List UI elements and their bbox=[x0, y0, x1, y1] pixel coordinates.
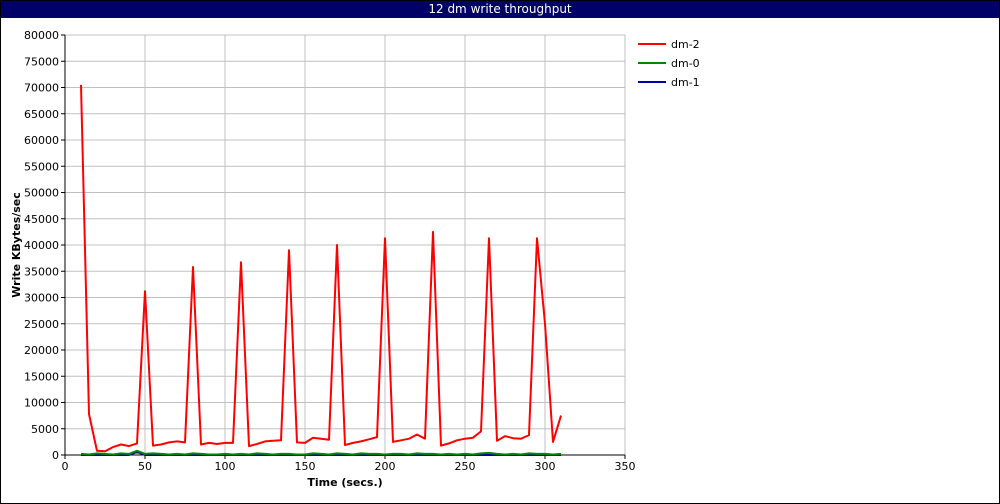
y-tick-label: 40000 bbox=[24, 239, 59, 252]
y-tick-label: 30000 bbox=[24, 292, 59, 305]
x-tick-label: 50 bbox=[138, 460, 152, 473]
y-tick-label: 0 bbox=[52, 449, 59, 462]
y-tick-label: 5000 bbox=[31, 423, 59, 436]
y-tick-label: 80000 bbox=[24, 29, 59, 42]
y-tick-label: 70000 bbox=[24, 82, 59, 95]
legend-label-dm-2: dm-2 bbox=[671, 38, 700, 51]
x-axis-label: Time (secs.) bbox=[307, 476, 382, 489]
y-tick-label: 60000 bbox=[24, 134, 59, 147]
y-tick-label: 55000 bbox=[24, 160, 59, 173]
x-tick-label: 0 bbox=[62, 460, 69, 473]
y-axis-label: Write KBytes/sec bbox=[10, 192, 23, 298]
y-tick-label: 15000 bbox=[24, 370, 59, 383]
legend: dm-2 dm-0 dm-1 bbox=[638, 38, 700, 89]
x-tick-label: 150 bbox=[295, 460, 316, 473]
legend-label-dm-1: dm-1 bbox=[671, 76, 700, 89]
y-tick-label: 45000 bbox=[24, 213, 59, 226]
y-tick-label: 50000 bbox=[24, 187, 59, 200]
y-tick-label: 75000 bbox=[24, 55, 59, 68]
x-tick-label: 100 bbox=[215, 460, 236, 473]
y-tick-label: 25000 bbox=[24, 318, 59, 331]
y-axis-ticks: 0 5000 10000 15000 20000 25000 30000 35000 40000… bbox=[24, 29, 65, 462]
y-tick-label: 20000 bbox=[24, 344, 59, 357]
x-axis-ticks: 0 50 100 150 200 250 300 350 bbox=[62, 455, 636, 473]
y-tick-label: 10000 bbox=[24, 397, 59, 410]
x-tick-label: 200 bbox=[375, 460, 396, 473]
legend-label-dm-0: dm-0 bbox=[671, 57, 700, 70]
y-tick-label: 65000 bbox=[24, 108, 59, 121]
x-tick-label: 350 bbox=[615, 460, 636, 473]
y-tick-label: 35000 bbox=[24, 265, 59, 278]
x-tick-label: 250 bbox=[455, 460, 476, 473]
x-tick-label: 300 bbox=[535, 460, 556, 473]
line-chart: 0 50 100 150 200 250 300 350 0 5000 10000 15000 200… bbox=[10, 29, 700, 489]
grid-lines bbox=[64, 34, 626, 456]
